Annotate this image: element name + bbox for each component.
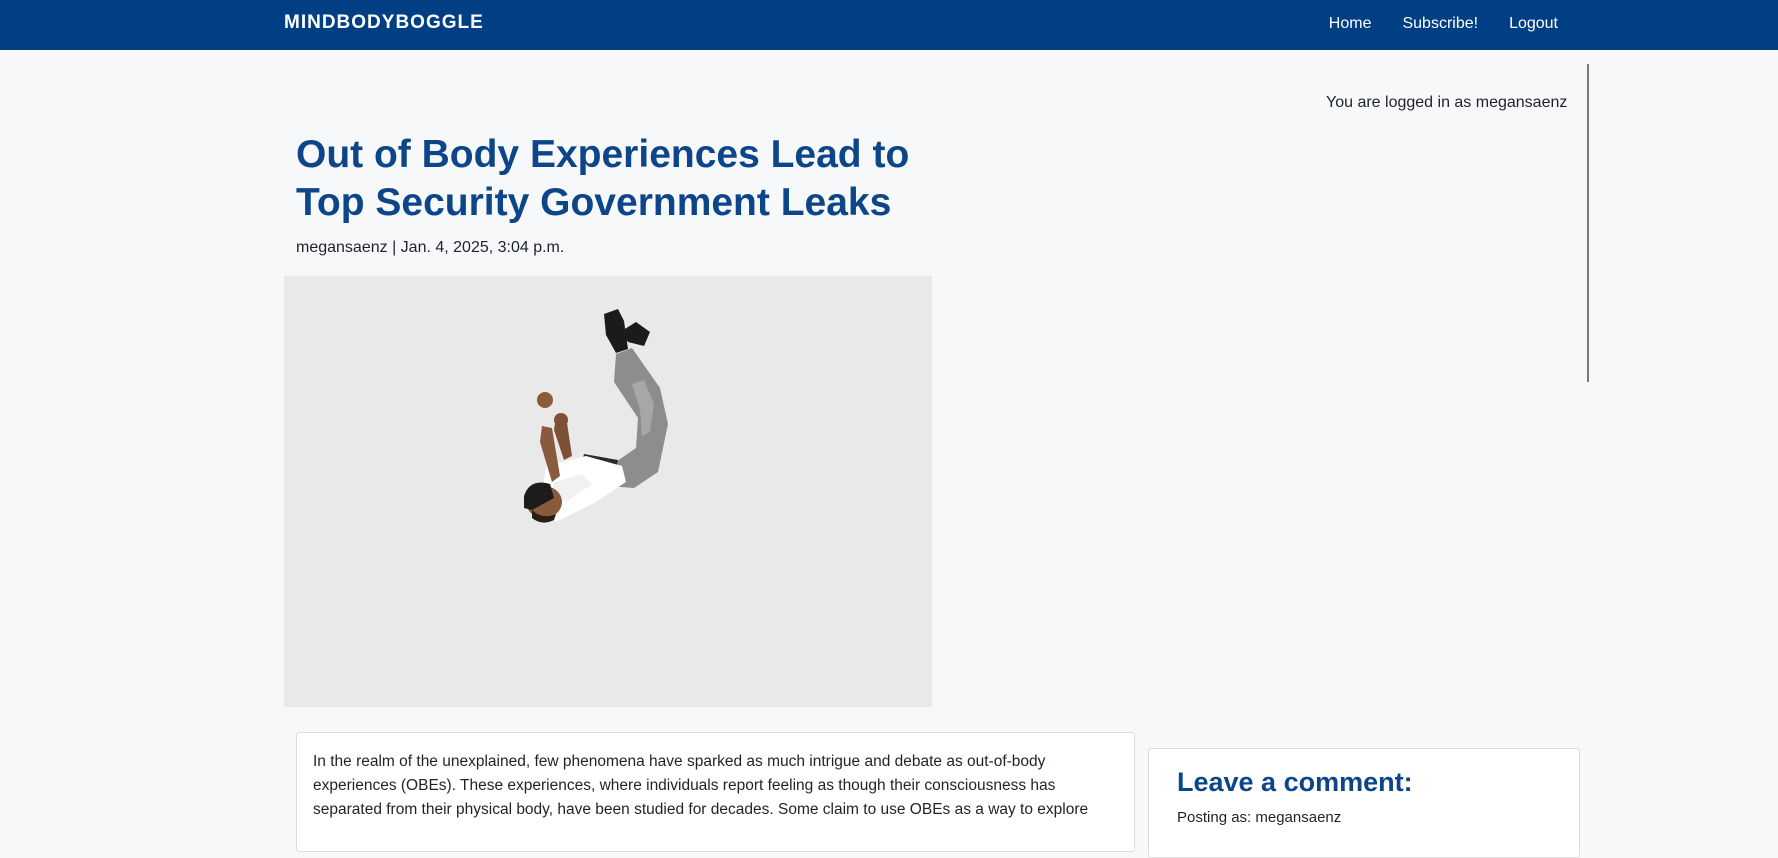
nav-link-home[interactable]: Home (1329, 15, 1372, 33)
falling-man-image (284, 276, 932, 707)
sidebar-divider (1587, 64, 1589, 382)
top-navbar: MINDBODYBOGGLE Home Subscribe! Logout (0, 0, 1778, 50)
brand-logo-link[interactable]: MINDBODYBOGGLE (284, 12, 484, 34)
logged-in-status: You are logged in as megansaenz (1326, 94, 1568, 111)
post-meta: megansaenz | Jan. 4, 2025, 3:04 p.m. (296, 239, 565, 256)
post-title: Out of Body Experiences Lead to Top Secu… (296, 133, 910, 224)
posting-as-label: Posting as: megansaenz (1177, 809, 1342, 826)
post-hero-image (284, 276, 932, 707)
comment-form-card: Leave a comment: Posting as: megansaenz (1148, 748, 1580, 858)
post-body-text: In the realm of the unexplained, few phe… (313, 753, 1089, 818)
nav-links: Home Subscribe! Logout (1329, 15, 1558, 33)
nav-link-subscribe[interactable]: Subscribe! (1402, 15, 1478, 33)
comment-heading: Leave a comment: (1177, 767, 1413, 797)
post-body-card: In the realm of the unexplained, few phe… (296, 732, 1135, 852)
nav-link-logout[interactable]: Logout (1509, 15, 1558, 33)
